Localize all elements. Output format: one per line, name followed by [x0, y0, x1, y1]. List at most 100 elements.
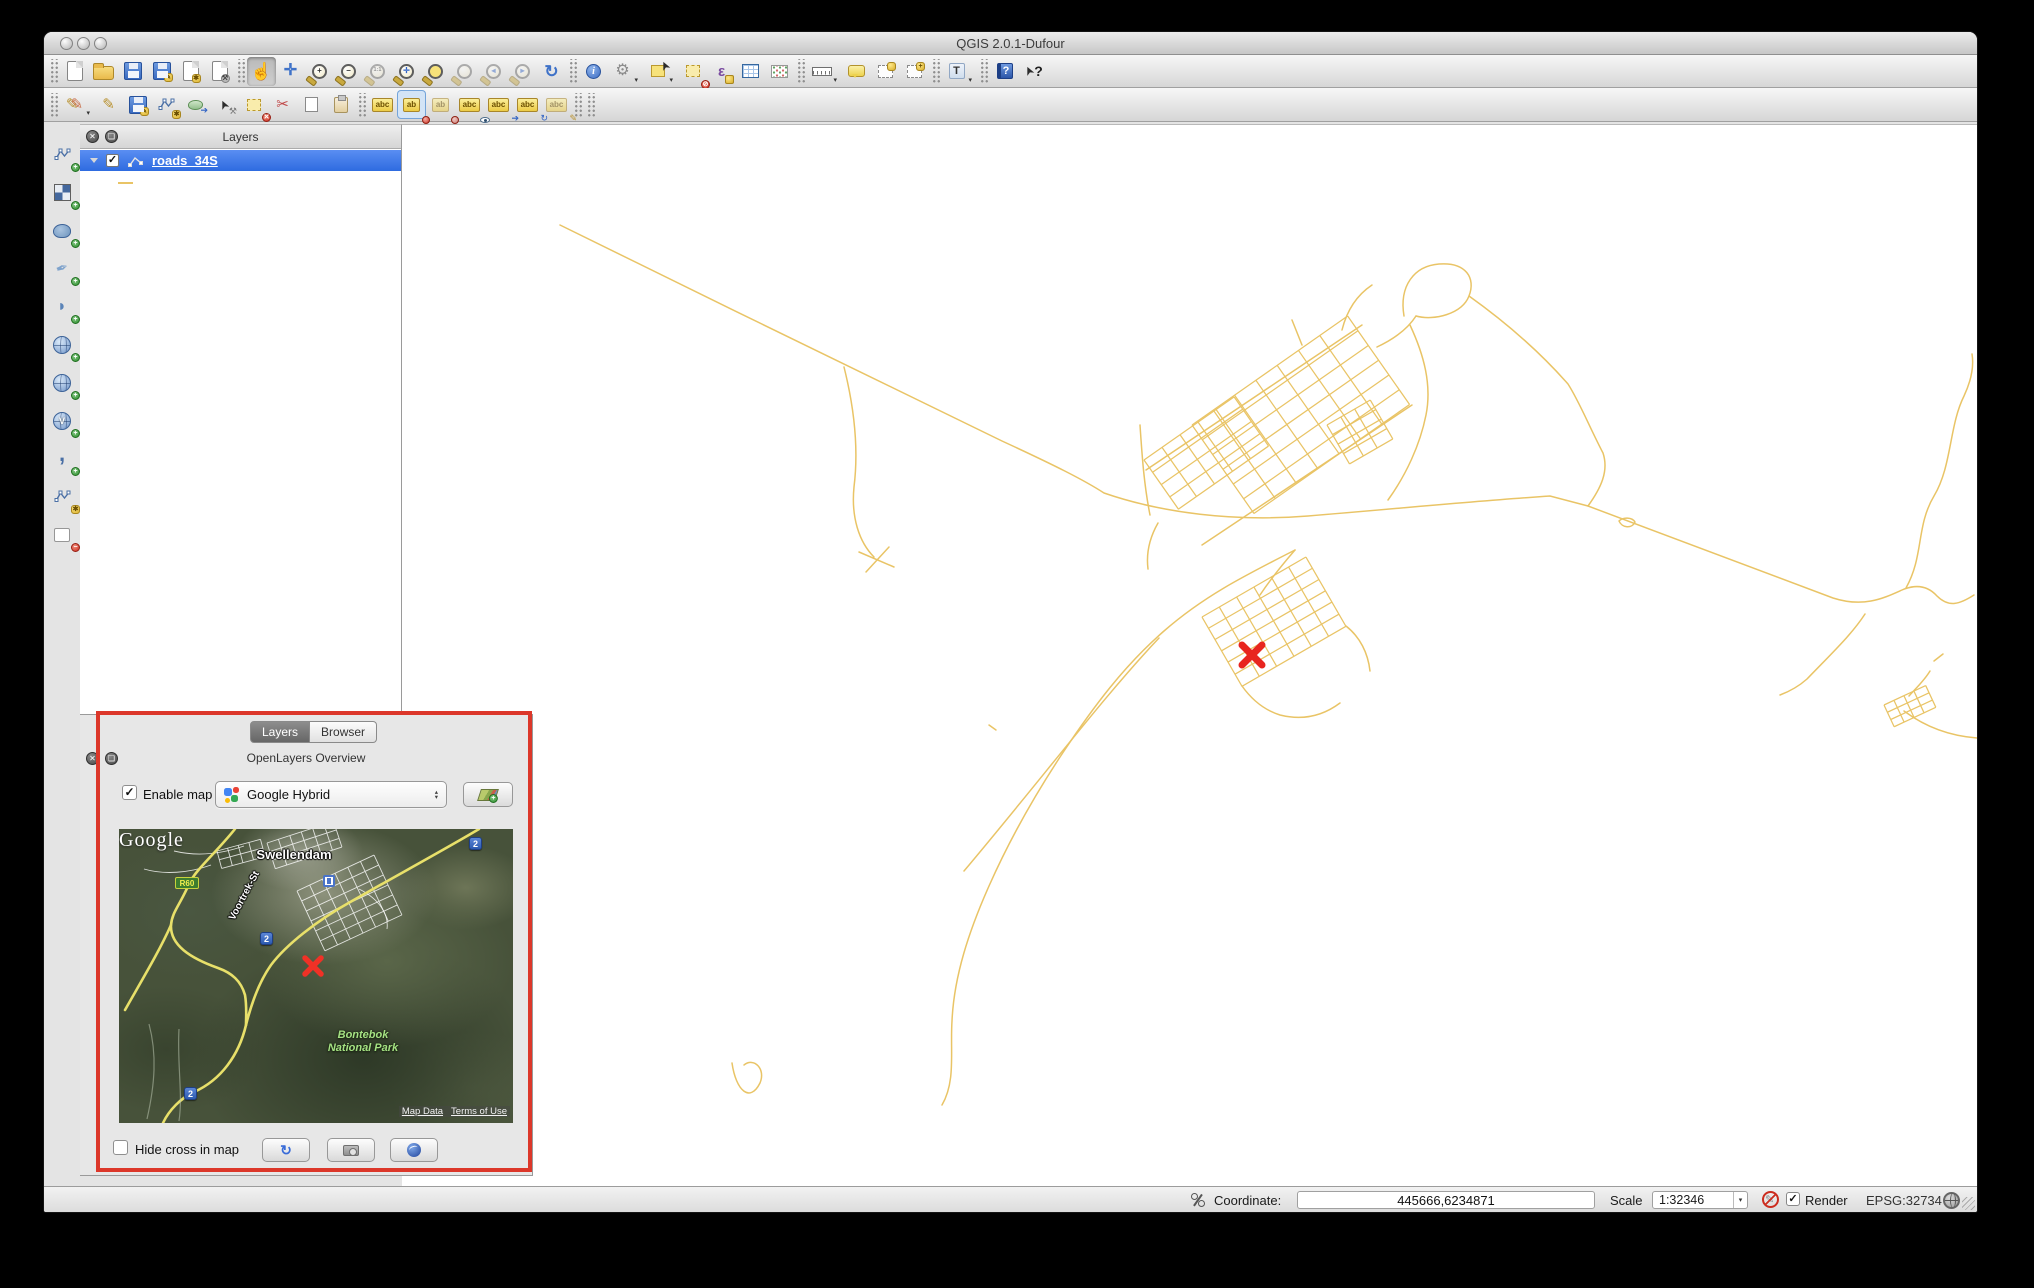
text-annotation-button[interactable]: T▾ — [942, 57, 971, 86]
new-project-icon — [67, 61, 83, 81]
pan-map-button[interactable]: ☝ — [247, 57, 276, 86]
open-project-button[interactable] — [89, 57, 118, 86]
zoom-window-button[interactable] — [94, 37, 107, 50]
toolbar-handle[interactable] — [979, 59, 988, 83]
remove-layer-button[interactable]: − — [47, 520, 77, 549]
deselect-features-button[interactable]: ⊘ — [678, 57, 707, 86]
pin-labels-button[interactable]: ab — [397, 90, 426, 119]
whats-this-button[interactable]: ➤? — [1019, 57, 1048, 86]
coordinate-input[interactable] — [1297, 1191, 1595, 1209]
show-bookmarks-button[interactable]: + — [900, 57, 929, 86]
add-spatialite-layer-button[interactable]: ✒+ — [47, 254, 77, 283]
crs-status-button[interactable] — [1940, 1189, 1962, 1211]
new-project-button[interactable] — [60, 57, 89, 86]
composer-manager-button[interactable]: ⚒ — [205, 57, 234, 86]
refresh-button[interactable]: ↻ — [537, 57, 566, 86]
layer-visibility-checkbox[interactable]: ✓ — [106, 154, 119, 167]
zoom-next-button[interactable]: ▸ — [508, 57, 537, 86]
layers-panel: ✕ ❏ Layers ✓ roads_34S — [80, 124, 402, 714]
map-canvas[interactable] — [402, 124, 1977, 1186]
save-as-icon: ✎ — [153, 62, 171, 80]
minimize-window-button[interactable] — [77, 37, 90, 50]
toolbar-handle[interactable] — [236, 59, 245, 83]
map-tips-button[interactable] — [842, 57, 871, 86]
toolbar-handle[interactable] — [49, 93, 58, 117]
spatialite-feather-icon: ✒ — [54, 259, 71, 277]
select-features-button[interactable]: ➤▾ — [643, 57, 672, 86]
add-wfs-layer-button[interactable]: V+ — [47, 406, 77, 435]
layer-item-roads-34s[interactable]: ✓ roads_34S — [80, 150, 401, 171]
toggle-editing-button[interactable]: ✎ — [94, 90, 123, 119]
scale-select[interactable]: 1:32346▾ — [1652, 1191, 1748, 1209]
add-raster-layer-button[interactable]: + — [47, 178, 77, 207]
save-edits-icon: ✎ — [129, 96, 147, 114]
move-feature-button[interactable]: ➔ — [181, 90, 210, 119]
new-composer-button[interactable]: ✱ — [176, 57, 205, 86]
add-wcs-layer-button[interactable]: + — [47, 368, 77, 397]
text-annotation-icon: T — [949, 63, 965, 79]
toolbar-handle[interactable] — [568, 59, 577, 83]
layer-labeling-button[interactable]: abc — [368, 90, 397, 119]
close-window-button[interactable] — [60, 37, 73, 50]
toolbar-handle[interactable] — [931, 59, 940, 83]
copy-icon — [305, 97, 318, 112]
identify-features-button[interactable]: i — [579, 57, 608, 86]
rotate-label-button[interactable]: abc↻ — [513, 90, 542, 119]
change-label-button[interactable]: abc✎ — [542, 90, 571, 119]
select-by-expression-button[interactable]: ε — [707, 57, 736, 86]
layer-symbology-swatch[interactable] — [118, 182, 133, 184]
zoom-to-selection-button[interactable] — [421, 57, 450, 86]
zoom-out-button[interactable]: − — [334, 57, 363, 86]
paste-features-button[interactable] — [326, 90, 355, 119]
crs-globe-icon — [1943, 1192, 1960, 1209]
toolbar-handle[interactable] — [796, 59, 805, 83]
new-bookmark-button[interactable] — [871, 57, 900, 86]
add-mssql-layer-button[interactable]: ◗+ — [47, 292, 77, 321]
run-feature-action-button[interactable]: ⚙▾ — [608, 57, 637, 86]
current-edits-button[interactable]: ✎✎▾ — [60, 90, 89, 119]
highlight-pin-icon: ab — [432, 98, 449, 112]
open-attribute-table-button[interactable] — [736, 57, 765, 86]
float-panel-icon[interactable]: ❏ — [105, 130, 118, 143]
zoom-last-button[interactable]: ◂ — [479, 57, 508, 86]
cut-features-button[interactable]: ✂ — [268, 90, 297, 119]
zoom-in-button[interactable]: + — [305, 57, 334, 86]
add-delimited-text-layer-button[interactable]: ,+ — [47, 444, 77, 473]
zoom-actual-button[interactable]: 1:1 — [363, 57, 392, 86]
add-vector-layer-button[interactable]: + — [47, 140, 77, 169]
field-calculator-button[interactable] — [765, 57, 794, 86]
render-checkbox[interactable]: ✓ — [1786, 1192, 1800, 1206]
close-panel-icon[interactable]: ✕ — [86, 130, 99, 143]
measure-button[interactable]: ▾ — [807, 57, 836, 86]
coordinate-label: Coordinate: — [1214, 1193, 1281, 1208]
show-hide-labels-button[interactable]: abc — [455, 90, 484, 119]
zoom-full-icon: ✛ — [399, 64, 414, 79]
resize-grip[interactable] — [1962, 1197, 1975, 1210]
copy-features-button[interactable] — [297, 90, 326, 119]
add-wms-layer-button[interactable]: + — [47, 330, 77, 359]
stop-render-icon[interactable]: ✎ — [1762, 1191, 1779, 1208]
save-project-as-button[interactable]: ✎ — [147, 57, 176, 86]
save-layer-edits-button[interactable]: ✎ — [123, 90, 152, 119]
manage-layers-toolbar: + + + ✒+ ◗+ + + V+ ,+ ✱ − — [44, 122, 80, 1186]
toolbar-handle[interactable] — [357, 93, 366, 117]
add-postgis-layer-button[interactable]: + — [47, 216, 77, 245]
toolbar-handle[interactable] — [586, 93, 595, 117]
help-button[interactable]: ? — [990, 57, 1019, 86]
pan-hand-icon: ☝ — [251, 63, 272, 80]
add-feature-button[interactable]: ✱ — [152, 90, 181, 119]
mouse-position-icon[interactable] — [1190, 1192, 1206, 1208]
new-shapefile-layer-button[interactable]: ✱ — [47, 482, 77, 511]
expand-layer-icon[interactable] — [90, 158, 98, 163]
save-project-button[interactable] — [118, 57, 147, 86]
node-tool-button[interactable]: ➤⚒ — [210, 90, 239, 119]
pan-to-selection-button[interactable]: ✛ — [276, 57, 305, 86]
zoom-to-layer-button[interactable] — [450, 57, 479, 86]
line-symbol-icon — [128, 155, 144, 167]
move-label-button[interactable]: abc➔ — [484, 90, 513, 119]
delete-selected-button[interactable]: ✕ — [239, 90, 268, 119]
digitizing-toolbar: ✎✎▾ ✎ ✎ ✱ ➔ ➤⚒ ✕ ✂ abc ab ab abc abc➔ ab… — [44, 88, 1977, 122]
highlight-pinned-labels-button[interactable]: ab — [426, 90, 455, 119]
toolbar-handle[interactable] — [49, 59, 58, 83]
zoom-full-button[interactable]: ✛ — [392, 57, 421, 86]
